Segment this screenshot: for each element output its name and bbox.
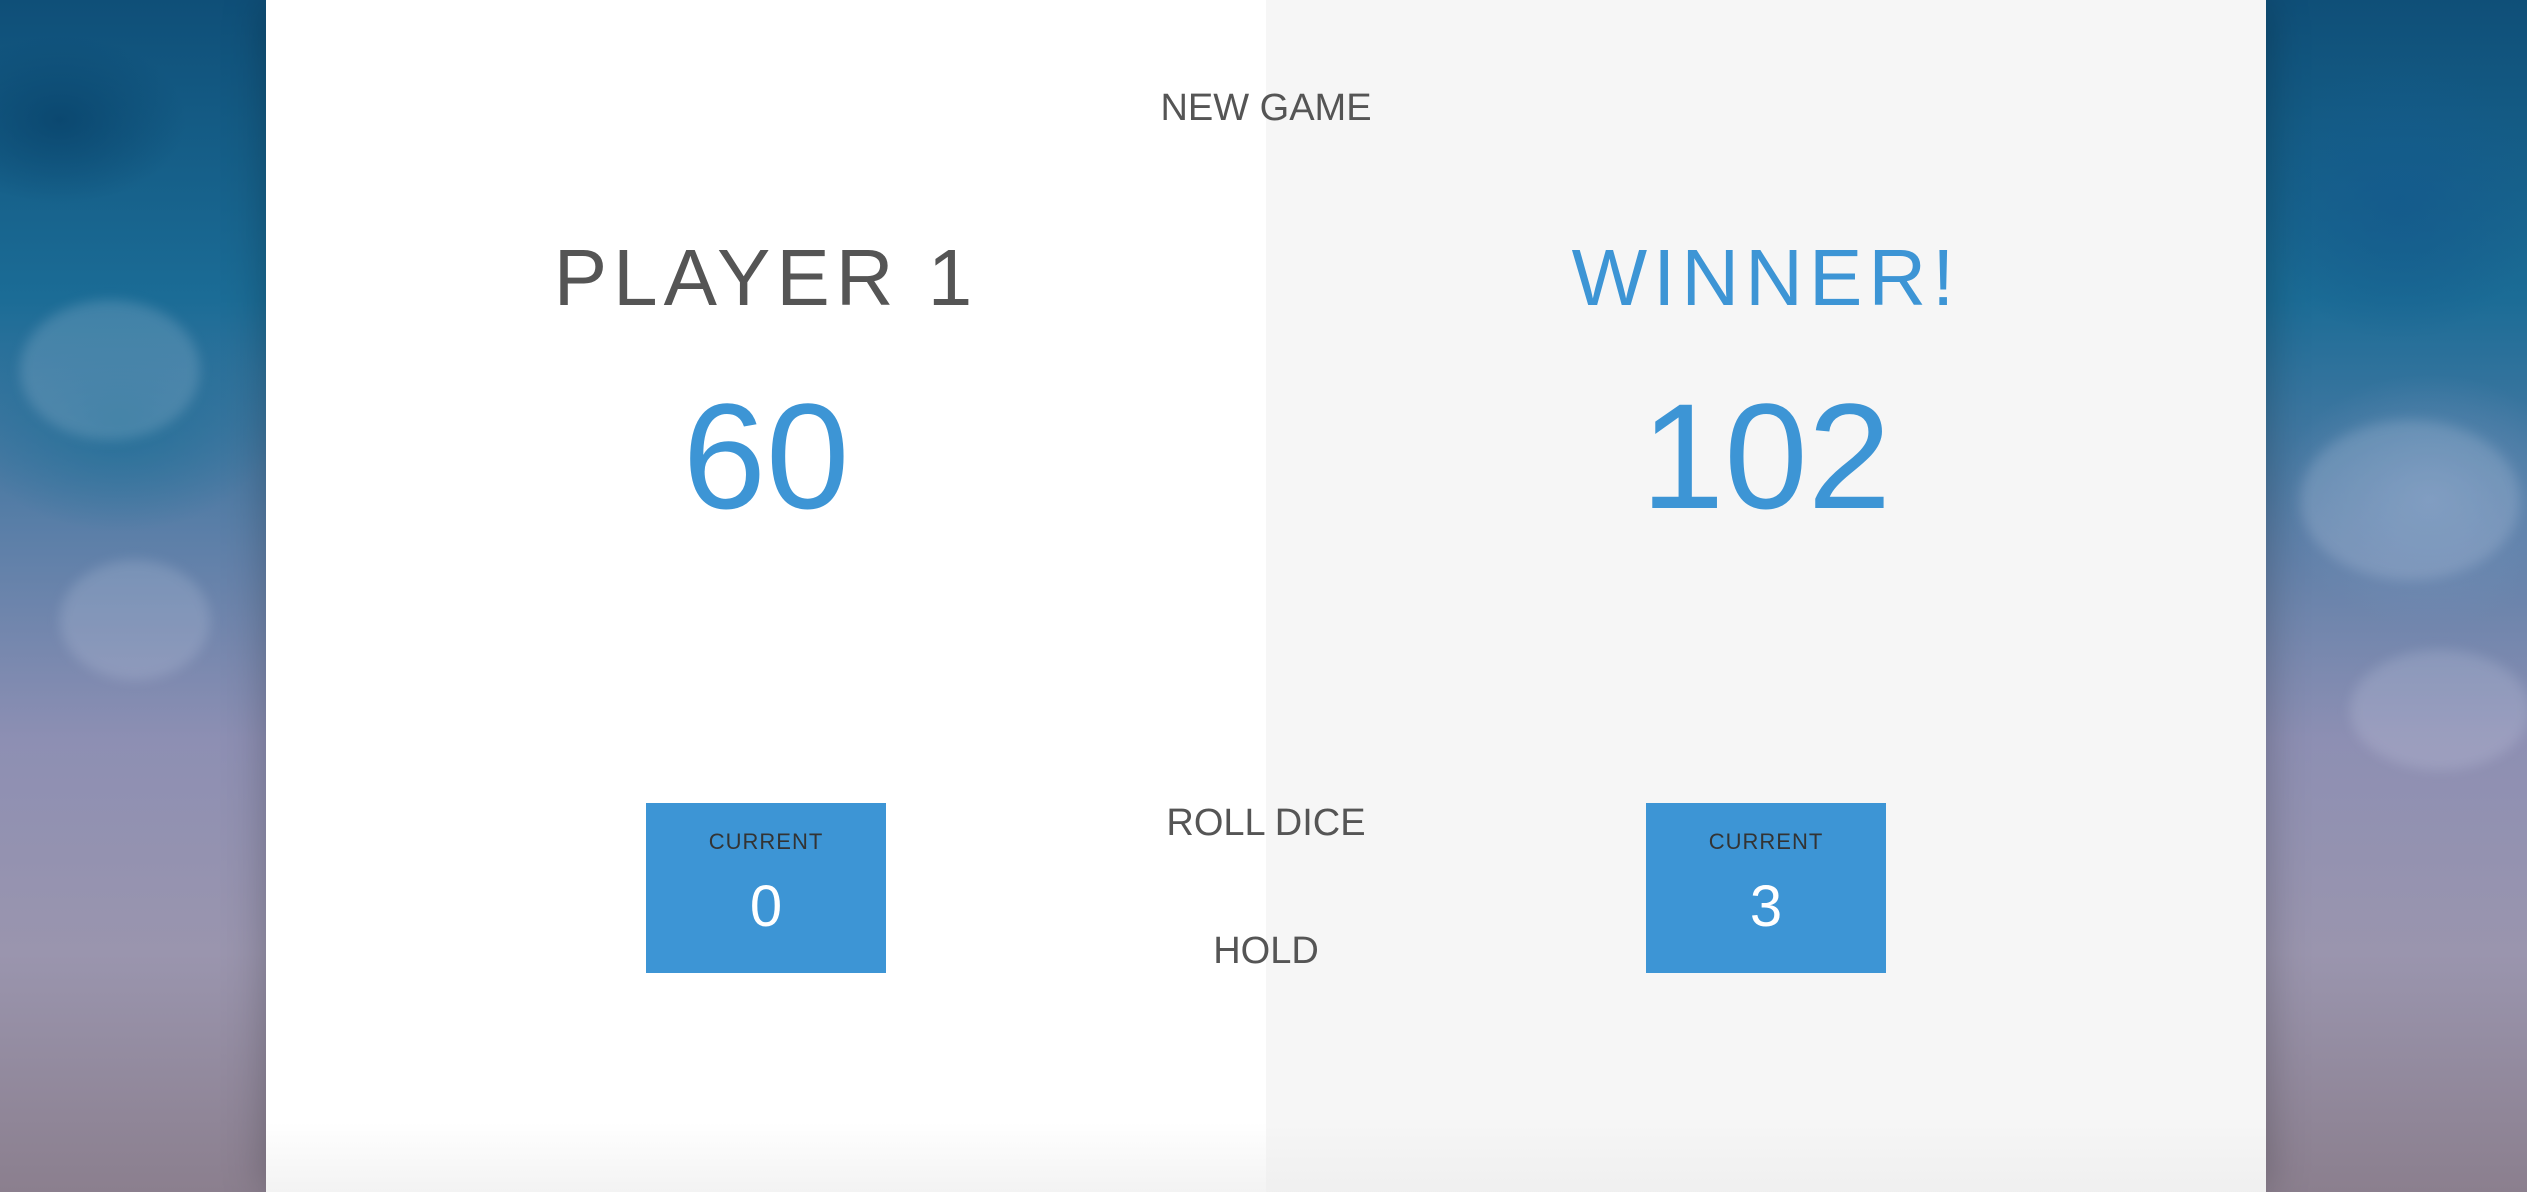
roll-dice-button[interactable]: ROLL DICE <box>1066 801 1466 846</box>
player-0-current-score: 0 <box>749 874 783 939</box>
hold-button[interactable]: HOLD <box>1066 929 1466 974</box>
player-0-panel: PLAYER 1 60 CURRENT 0 <box>266 0 1266 1192</box>
player-1-current-label: CURRENT <box>1708 829 1824 854</box>
game-panel: PLAYER 1 60 CURRENT 0 WINNER! 102 CURREN… <box>266 0 2266 1192</box>
player-1-current-score: 3 <box>1749 874 1783 939</box>
player-1-current-box: CURRENT 3 <box>1646 803 1886 973</box>
panel-bottom-fade <box>266 1122 2266 1192</box>
player-0-current-label: CURRENT <box>708 829 824 854</box>
player-1-panel: WINNER! 102 CURRENT 3 <box>1266 0 2266 1192</box>
new-game-button[interactable]: NEW GAME <box>1066 86 1466 131</box>
player-1-name: WINNER! <box>1571 233 1961 322</box>
player-0-name: PLAYER 1 <box>553 233 979 322</box>
player-1-score: 102 <box>1640 372 1892 540</box>
player-0-score: 60 <box>682 372 850 540</box>
player-0-current-box: CURRENT 0 <box>646 803 886 973</box>
